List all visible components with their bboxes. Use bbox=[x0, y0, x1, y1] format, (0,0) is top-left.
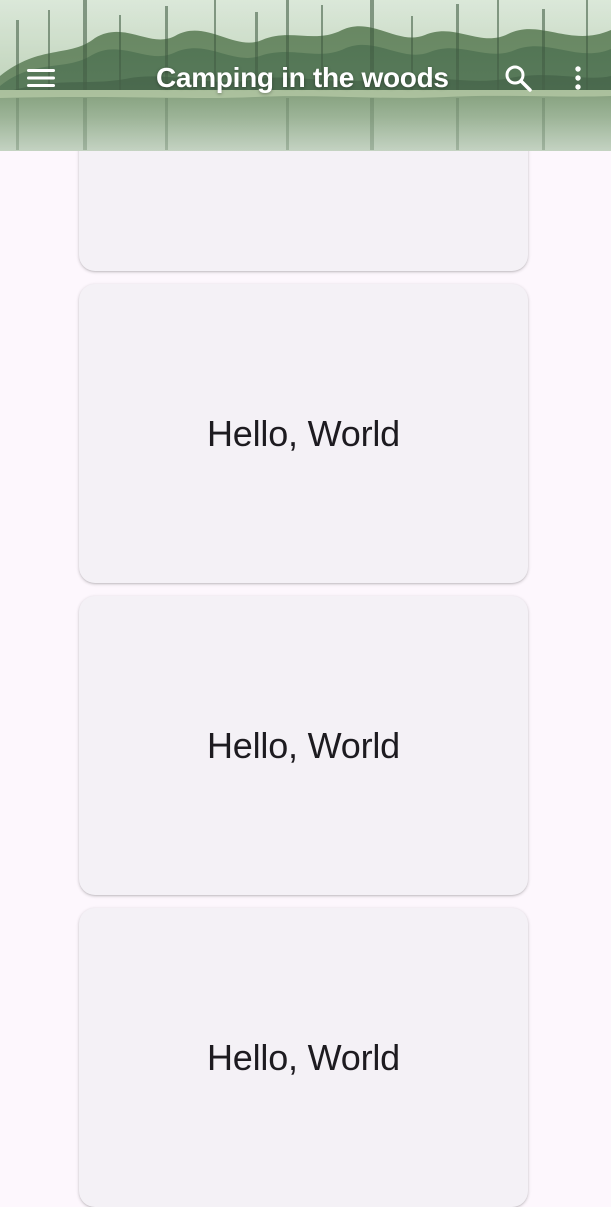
search-icon bbox=[505, 65, 532, 92]
card-text: Hello, World bbox=[207, 1036, 400, 1078]
menu-button[interactable] bbox=[22, 62, 60, 94]
more-vert-icon bbox=[575, 66, 581, 90]
card-4[interactable]: Hello, World bbox=[79, 908, 528, 1207]
toolbar: Camping in the woods bbox=[0, 50, 611, 106]
menu-icon bbox=[27, 69, 55, 87]
app-bar: Camping in the woods bbox=[0, 0, 611, 151]
page-title: Camping in the woods bbox=[156, 62, 449, 93]
card-list[interactable]: Hello, World Hello, World Hello, World bbox=[0, 0, 611, 1207]
card-2[interactable]: Hello, World bbox=[79, 284, 528, 583]
card-text: Hello, World bbox=[207, 412, 400, 454]
card-text: Hello, World bbox=[207, 724, 400, 766]
search-button[interactable] bbox=[500, 60, 536, 96]
card-3[interactable]: Hello, World bbox=[79, 596, 528, 895]
more-options-button[interactable] bbox=[566, 60, 590, 96]
